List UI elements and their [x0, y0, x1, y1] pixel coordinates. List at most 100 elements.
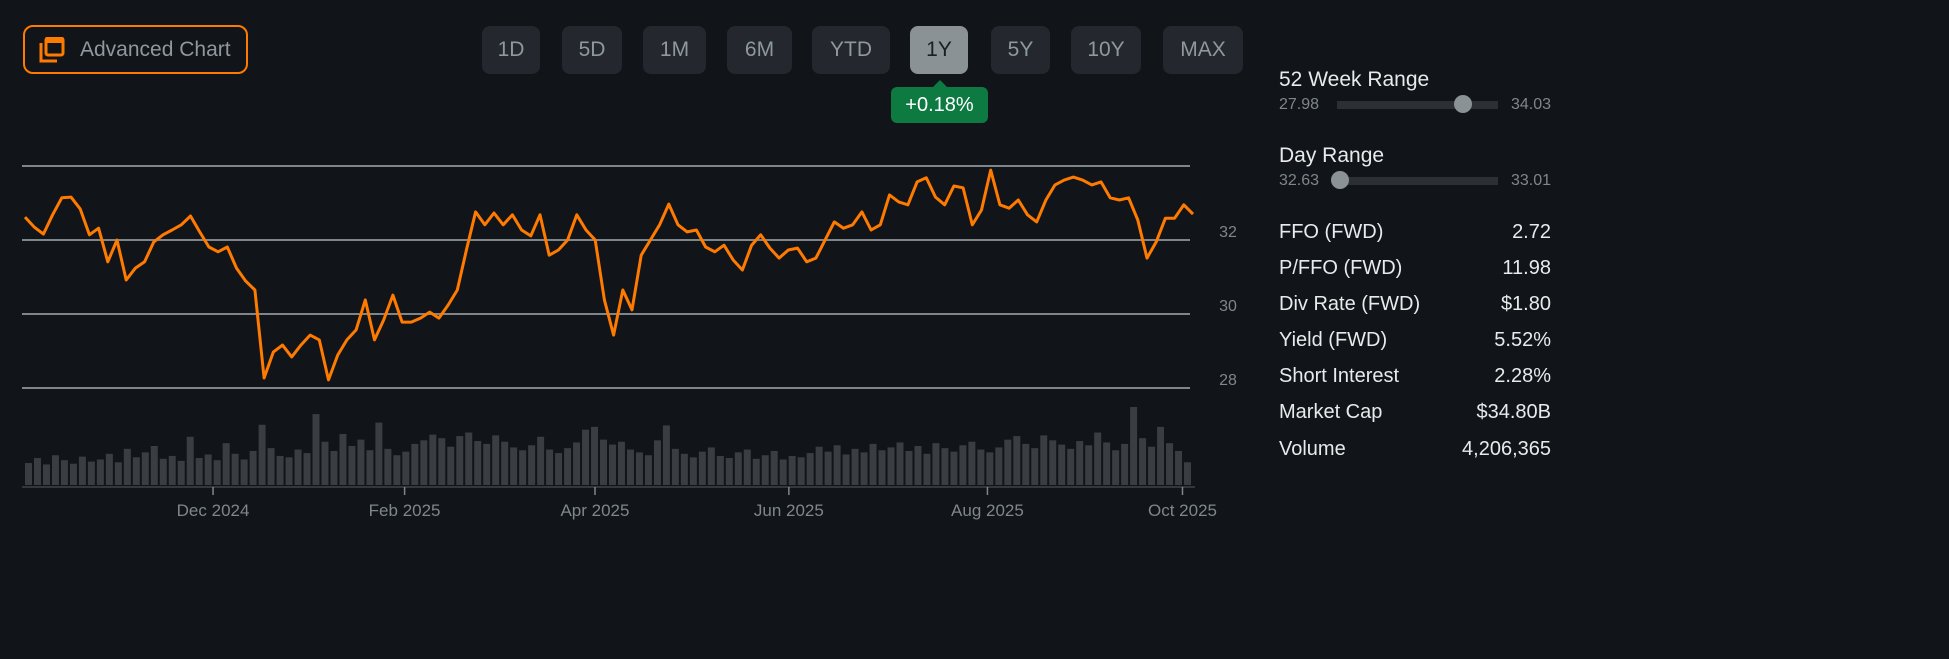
- volume-bar: [734, 452, 742, 485]
- volume-bar: [411, 443, 419, 485]
- stat-label: FFO (FWD): [1279, 221, 1384, 243]
- day-range: Day Range 32.63 33.01: [1279, 144, 1551, 190]
- x-tick-label: Feb 2025: [369, 501, 441, 520]
- volume-bar: [591, 426, 599, 485]
- volume-bar: [1175, 450, 1183, 485]
- stat-value: $1.80: [1500, 293, 1551, 315]
- stat-value: 2.72: [1512, 221, 1551, 243]
- stat-value: 2.28%: [1494, 365, 1551, 387]
- volume-bar: [33, 458, 41, 485]
- volume-bar: [339, 433, 347, 485]
- volume-bar: [824, 451, 832, 485]
- stat-pffo: P/FFO (FWD) 11.98: [1279, 257, 1551, 280]
- stat-label: Market Cap: [1279, 401, 1383, 423]
- volume-bar: [186, 436, 194, 485]
- volume-bar: [105, 453, 113, 485]
- volume-bar: [680, 453, 688, 485]
- volume-bar: [60, 460, 68, 485]
- volume-bar: [716, 455, 724, 485]
- volume-bar: [303, 453, 311, 485]
- volume-bar: [815, 446, 823, 485]
- volume-bar: [51, 455, 59, 485]
- volume-bar: [249, 450, 257, 485]
- volume-bar: [42, 464, 50, 485]
- stat-label: P/FFO (FWD): [1279, 257, 1403, 279]
- volume-bar: [1148, 446, 1156, 485]
- volume-bar: [546, 449, 554, 485]
- volume-bar: [276, 455, 284, 485]
- volume-bar: [761, 455, 769, 485]
- volume-bar: [797, 457, 805, 485]
- price-chart: 28 30 32 Dec 2024 Feb 2025 Apr 2025 Jun 2025 Au…: [22, 165, 1237, 520]
- volume-bar: [312, 414, 320, 485]
- volume-bar: [321, 441, 329, 485]
- volume-bar: [1157, 426, 1165, 485]
- volume-bar: [429, 434, 437, 485]
- week52-thumb: [1453, 95, 1472, 113]
- stat-label: Short Interest: [1279, 365, 1400, 387]
- volume-bar: [114, 462, 122, 485]
- volume-bar: [555, 453, 563, 485]
- volume-bar: [914, 446, 922, 485]
- volume-bar: [950, 451, 958, 485]
- y-tick-label: 32: [1219, 224, 1237, 241]
- volume-bar: [653, 440, 661, 485]
- volume-bar: [752, 458, 760, 485]
- volume-bar: [1013, 436, 1021, 485]
- volume-bar: [1094, 432, 1102, 485]
- day-range-label: Day Range: [1279, 144, 1385, 167]
- x-tick-label: Apr 2025: [560, 501, 629, 520]
- volume-bar: [420, 440, 428, 485]
- volume-bar: [689, 457, 697, 485]
- stat-label: Yield (FWD): [1279, 329, 1388, 351]
- volume-bar: [896, 442, 904, 485]
- volume-bar: [1184, 462, 1191, 485]
- day-track: [1331, 171, 1498, 189]
- price-line: [23, 168, 1195, 382]
- volume-bar: [87, 461, 95, 485]
- volume-bar: [231, 453, 239, 485]
- volume-bar: [1067, 448, 1075, 485]
- volume-bar: [779, 459, 787, 485]
- volume-bar: [213, 460, 221, 485]
- volume-bar: [330, 450, 338, 485]
- volume-bar: [69, 463, 77, 485]
- volume-bar: [1166, 443, 1174, 485]
- stat-short-interest: Short Interest 2.28%: [1279, 365, 1551, 388]
- volume-bar: [1085, 445, 1093, 485]
- volume-bar: [204, 454, 212, 485]
- week52-low: 27.98: [1279, 96, 1320, 113]
- volume-bar: [195, 458, 203, 485]
- volume-bar: [626, 449, 634, 485]
- volume-bar: [977, 449, 985, 485]
- volume-bar: [887, 447, 895, 485]
- volume-bar: [402, 451, 410, 485]
- stat-label: Volume: [1279, 438, 1346, 460]
- volume-bar: [357, 439, 365, 485]
- volume-bar: [78, 456, 86, 485]
- day-high: 33.01: [1510, 172, 1551, 189]
- volume-bar: [1058, 444, 1066, 485]
- week52-track: [1337, 95, 1498, 113]
- volume-bar: [878, 450, 886, 485]
- day-low: 32.63: [1279, 172, 1320, 189]
- volume-bar: [465, 432, 473, 485]
- volume-bar: [25, 463, 32, 485]
- volume-bar: [1121, 443, 1129, 485]
- volume-bar: [1031, 448, 1039, 485]
- x-tick-label: Aug 2025: [951, 501, 1024, 520]
- volume-bar: [348, 446, 356, 485]
- volume-bar: [662, 425, 670, 485]
- volume-bar: [609, 444, 616, 485]
- week52-high: 34.03: [1510, 96, 1551, 113]
- volume-bar: [869, 443, 877, 485]
- volume-bar: [438, 438, 446, 485]
- stat-value: 5.52%: [1494, 329, 1551, 351]
- x-tick-label: Oct 2025: [1148, 501, 1217, 520]
- stat-volume: Volume 4,206,365: [1279, 438, 1551, 461]
- volume-bar: [537, 436, 545, 485]
- volume-bar: [294, 449, 302, 485]
- volume-bar: [968, 441, 976, 485]
- volume-bar: [582, 429, 590, 485]
- volume-bar: [96, 459, 104, 485]
